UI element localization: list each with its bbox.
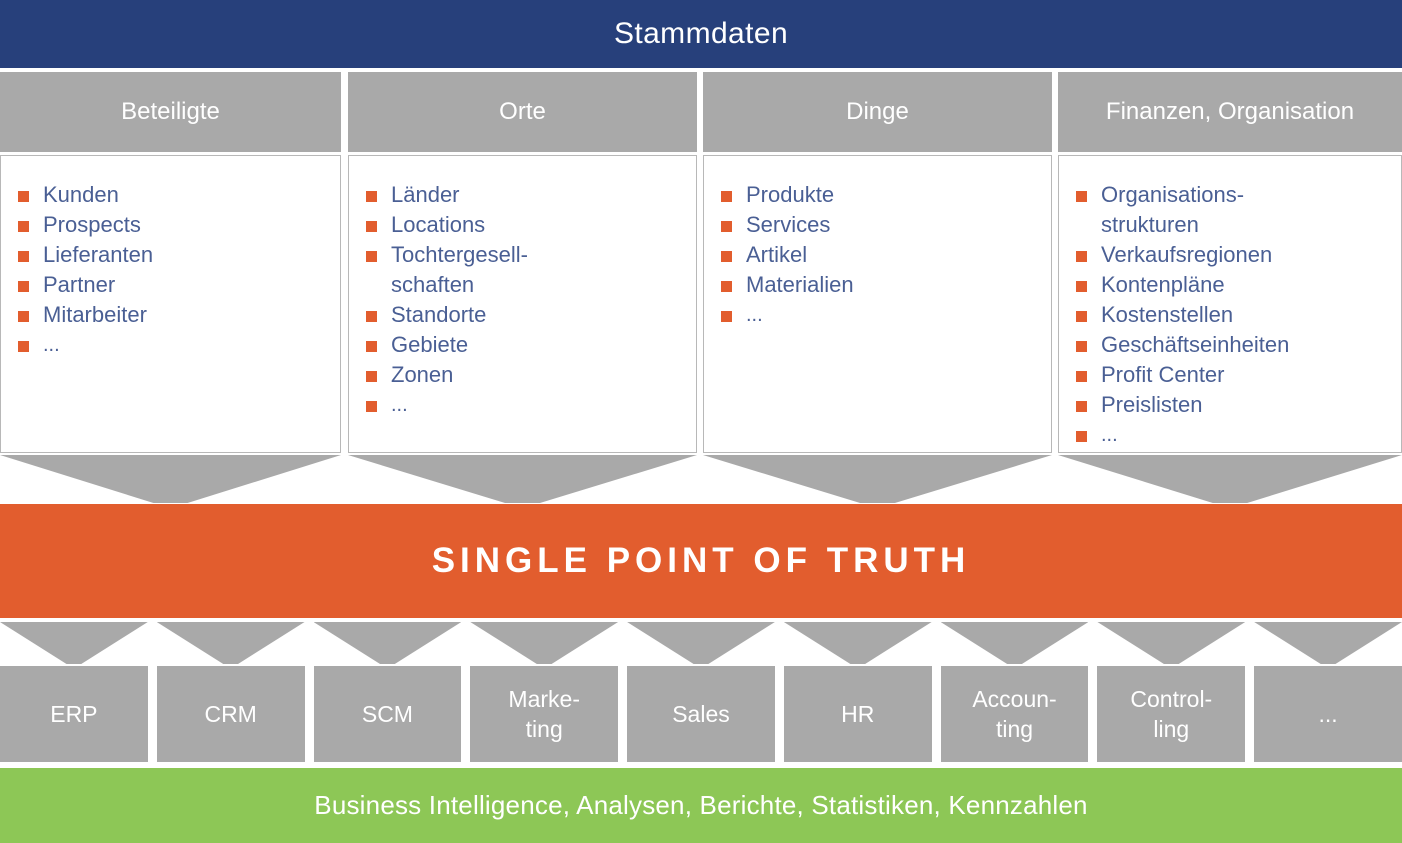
list-item: Mitarbeiter [15, 300, 330, 330]
list-item: Lieferanten [15, 240, 330, 270]
category-header-2: Orte [348, 72, 697, 152]
chevron-down-icon [348, 455, 697, 503]
category-header-4: Finanzen, Organisation [1058, 72, 1402, 152]
list-item: Prospects [15, 210, 330, 240]
list-item: Produkte [718, 180, 1041, 210]
list-item: Geschäftseinheiten [1073, 330, 1391, 360]
category-boxes-row: Kunden Prospects Lieferanten Partner Mitarbe… [0, 155, 1402, 453]
chevron-down-icon [313, 622, 462, 664]
category-list-box-2: Länder Locations Tochtergesell- schaften St… [348, 155, 697, 453]
list-item: Locations [363, 210, 686, 240]
list-item: ... [1073, 420, 1391, 450]
list-item: Standorte [363, 300, 686, 330]
application-tile-3[interactable]: SCM [313, 666, 462, 762]
master-data-title: Stammdaten [613, 17, 789, 50]
bullet-list: Kunden Prospects Lieferanten Partner Mitarbe… [15, 180, 330, 360]
chevron-down-icon [1097, 622, 1246, 664]
category-list-box-3: Produkte Services Artikel Materialien... [703, 155, 1052, 453]
category-list-box-1: Kunden Prospects Lieferanten Partner Mitarbe… [0, 155, 341, 453]
chevron-down-icon [1058, 455, 1402, 503]
list-item: Partner [15, 270, 330, 300]
list-item: Verkaufsregionen [1073, 240, 1391, 270]
application-tile-9[interactable]: ... [1254, 666, 1402, 762]
master-data-banner: Stammdaten [0, 0, 1402, 68]
chevron-down-icon [783, 622, 932, 664]
list-item: Tochtergesell- schaften [363, 240, 686, 300]
list-item: Länder [363, 180, 686, 210]
list-item: Services [718, 210, 1041, 240]
list-item: Artikel [718, 240, 1041, 270]
chevron-down-icon [0, 455, 341, 503]
bullet-list: Organisations- strukturen Verkaufsregione… [1073, 180, 1391, 450]
application-tile-7[interactable]: Accoun- ting [940, 666, 1089, 762]
application-tiles-row: ERP CRM SCM Marke- ting Sales HR Accoun- ting C… [0, 666, 1402, 762]
list-item: Materialien [718, 270, 1041, 300]
master-data-diagram: Stammdaten Beteiligte Orte Dinge Finanzen, … [0, 0, 1402, 843]
application-tile-2[interactable]: CRM [156, 666, 305, 762]
chevron-down-icon [156, 622, 305, 664]
chevron-down-icon [627, 622, 775, 664]
chevron-down-icon [703, 455, 1052, 503]
category-header-3: Dinge [703, 72, 1052, 152]
list-item: ... [718, 300, 1041, 330]
business-intelligence-label: Business Intelligence, Analysen, Bericht… [314, 790, 1088, 820]
single-point-of-truth-label: SINGLE POINT OF TRUTH [431, 541, 971, 580]
list-item: Zonen [363, 360, 686, 390]
application-tile-5[interactable]: Sales [627, 666, 775, 762]
application-tile-8[interactable]: Control- ling [1097, 666, 1246, 762]
single-point-of-truth-band: SINGLE POINT OF TRUTH [0, 504, 1402, 618]
list-item: Kunden [15, 180, 330, 210]
business-intelligence-footer: Business Intelligence, Analysen, Bericht… [0, 768, 1402, 843]
application-tile-4[interactable]: Marke- ting [470, 666, 619, 762]
lower-chevron-row [0, 622, 1402, 664]
list-item: Preislisten [1073, 390, 1391, 420]
application-tile-6[interactable]: HR [783, 666, 932, 762]
list-item: ... [363, 390, 686, 420]
list-item: Kontenpläne [1073, 270, 1391, 300]
chevron-down-icon [1254, 622, 1402, 664]
chevron-down-icon [470, 622, 619, 664]
application-tile-1[interactable]: ERP [0, 666, 148, 762]
list-item: Gebiete [363, 330, 686, 360]
list-item: Organisations- strukturen [1073, 180, 1391, 240]
list-item: ... [15, 330, 330, 360]
category-header-1: Beteiligte [0, 72, 341, 152]
chevron-down-icon [0, 622, 148, 664]
category-header-row: Beteiligte Orte Dinge Finanzen, Organisatio… [0, 72, 1402, 152]
bullet-list: Länder Locations Tochtergesell- schaften St… [363, 180, 686, 420]
list-item: Kostenstellen [1073, 300, 1391, 330]
bullet-list: Produkte Services Artikel Materialien... [718, 180, 1041, 330]
upper-chevron-row [0, 455, 1402, 503]
category-list-box-4: Organisations- strukturen Verkaufsregione… [1058, 155, 1402, 453]
chevron-down-icon [940, 622, 1089, 664]
list-item: Profit Center [1073, 360, 1391, 390]
